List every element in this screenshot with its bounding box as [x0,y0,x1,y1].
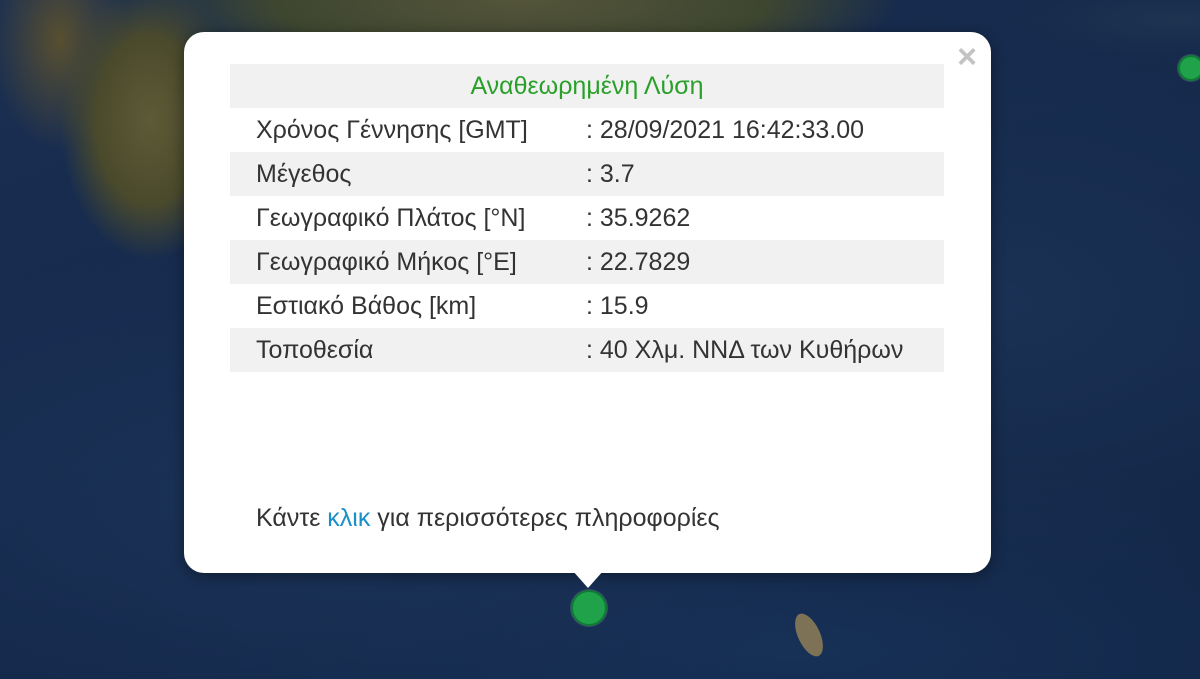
row-value-latitude: : 35.9262 [586,204,691,232]
popup-pointer [572,570,604,588]
table-row: Τοποθεσία : 40 Χλμ. ΝΝΔ των Κυθήρων [230,328,944,372]
row-label-longitude: Γεωγραφικό Μήκος [°E] [230,240,560,284]
row-value-magnitude: : 3.7 [560,152,944,196]
earthquake-marker-secondary[interactable] [1178,55,1200,81]
row-value-depth: : 15.9 [586,292,649,320]
table-row: Γεωγραφικό Μήκος [°E] : 22.7829 [230,240,944,284]
footer-text-after: για περισσότερες πληροφορίες [370,504,720,532]
close-icon[interactable]: × [957,40,977,74]
row-value-location: : 40 Χλμ. ΝΝΔ των Κυθήρων [560,328,944,372]
table-row: Μέγεθος : 3.7 [230,152,944,196]
earthquake-marker-selected[interactable] [571,590,607,626]
row-label-depth: Εστιακό Βάθος [km] [256,292,477,320]
footer-text-before: Κάντε [256,504,328,532]
table-row: Εστιακό Βάθος [km] : 15.9 [230,284,944,328]
table-row: Γεωγραφικό Πλάτος [°N] : 35.9262 [230,196,944,240]
row-label-location: Τοποθεσία [230,328,560,372]
row-value-origin-time: : 28/09/2021 16:42:33.00 [586,116,865,144]
earthquake-details-table: Αναθεωρημένη Λύση Χρόνος Γέννησης [GMT] … [230,64,944,372]
popup-title: Αναθεωρημένη Λύση [230,64,944,108]
more-info-link[interactable]: κλικ [327,504,370,532]
earthquake-info-popup: × Αναθεωρημένη Λύση Χρόνος Γέννησης [GMT… [184,32,991,573]
row-value-longitude: : 22.7829 [560,240,944,284]
row-label-latitude: Γεωγραφικό Πλάτος [°N] [256,204,526,232]
more-info-text: Κάντε κλικ για περισσότερες πληροφορίες [256,500,720,536]
row-label-magnitude: Μέγεθος [230,152,560,196]
table-row: Χρόνος Γέννησης [GMT] : 28/09/2021 16:42… [230,108,944,152]
row-label-origin-time: Χρόνος Γέννησης [GMT] [256,116,528,144]
